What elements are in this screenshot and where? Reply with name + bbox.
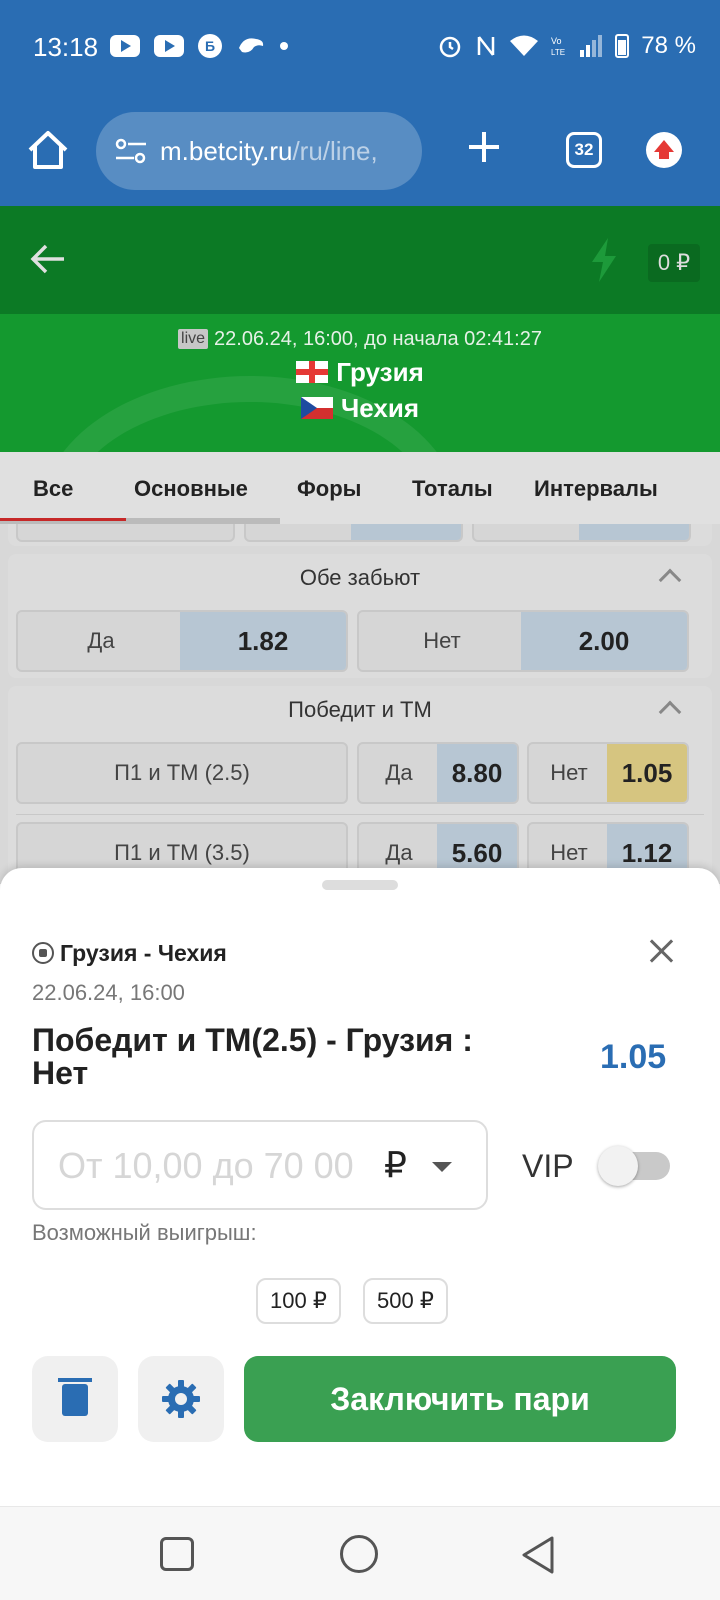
site-settings-icon[interactable]	[114, 136, 148, 166]
odd-button[interactable]	[244, 524, 463, 542]
status-bar: 13:18 Б Vo LTE 78 %	[0, 0, 720, 96]
balance-button[interactable]: 0 ₽	[648, 244, 700, 282]
chevron-up-icon[interactable]	[658, 568, 682, 592]
volte-icon: Vo LTE	[551, 36, 565, 57]
odd-both-score-yes[interactable]: Да 1.82	[16, 610, 348, 672]
odd-row1-no-selected[interactable]: Нет 1.05	[527, 742, 689, 804]
nav-back-icon[interactable]	[520, 1535, 556, 1575]
home-icon[interactable]	[26, 128, 70, 172]
wifi-icon	[510, 35, 539, 56]
market-tabs: Все Основные Форы Тоталы Интервалы	[0, 452, 720, 524]
team-2-name: Чехия	[341, 393, 419, 423]
stake-field[interactable]: ₽	[32, 1120, 488, 1210]
tab-switcher-button[interactable]: 32	[566, 132, 602, 168]
team-1: Грузия	[0, 357, 720, 387]
status-time: 13:18	[33, 32, 99, 62]
settings-button[interactable]	[138, 1356, 224, 1442]
czech-flag-icon	[301, 397, 333, 419]
back-arrow-icon[interactable]	[30, 242, 66, 276]
stake-input[interactable]	[58, 1140, 368, 1192]
match-datetime-line: live 22.06.24, 16:00, до начала 02:41:27	[0, 328, 720, 351]
quick-amount-500[interactable]: 500 ₽	[363, 1278, 448, 1324]
sheet-drag-handle[interactable]	[322, 880, 398, 890]
place-bet-button[interactable]: Заключить пари	[244, 1356, 676, 1442]
recents-icon[interactable]	[160, 1537, 194, 1571]
b-icon: Б	[198, 34, 222, 58]
odd-row1-yes[interactable]: Да 8.80	[357, 742, 519, 804]
tab-all[interactable]: Все	[33, 476, 73, 502]
tab-totals[interactable]: Тоталы	[412, 476, 493, 502]
alarm-icon	[440, 36, 461, 58]
odd-button[interactable]	[472, 524, 691, 542]
soccer-ball-icon	[32, 942, 54, 964]
trash-icon	[58, 1378, 92, 1416]
betslip-event: Грузия - Чехия	[32, 940, 227, 967]
url-host: m.betcity.ru	[160, 136, 293, 166]
quick-amount-100[interactable]: 100 ₽	[256, 1278, 341, 1324]
chevron-down-icon[interactable]	[432, 1162, 452, 1172]
market-both-score: Обе забьют Да 1.82 Нет 2.00	[8, 554, 712, 678]
system-nav-bar	[0, 1506, 720, 1600]
youtube-icon	[110, 35, 140, 57]
match-info: live 22.06.24, 16:00, до начала 02:41:27 …	[0, 314, 720, 452]
site-header: 0 ₽	[0, 206, 720, 314]
market-win-total: Победит и ТМ П1 и ТМ (2.5) Да 8.80 Нет 1…	[8, 686, 712, 884]
battery-percent: 78 %	[641, 32, 696, 59]
signal-icon	[580, 35, 603, 57]
browser-toolbar: m.betcity.ru/ru/line, 32	[0, 96, 720, 206]
team-1-name: Грузия	[336, 357, 424, 387]
currency-symbol: ₽	[384, 1144, 407, 1185]
plus-icon	[469, 132, 499, 162]
market-title[interactable]: Обе забьют	[8, 554, 712, 602]
chevron-up-icon[interactable]	[658, 700, 682, 724]
georgia-flag-icon	[296, 361, 329, 383]
match-datetime: 22.06.24, 16:00, до начала 02:41:27	[214, 328, 542, 350]
svg-text:Vo: Vo	[551, 36, 562, 46]
bet-name: Победит и ТМ(2.5) - Грузия : Нет	[32, 1022, 473, 1091]
battery-icon	[615, 34, 630, 58]
youtube-icon	[154, 35, 184, 57]
new-tab-button[interactable]	[466, 126, 502, 170]
odd-both-score-no[interactable]: Нет 2.00	[357, 610, 689, 672]
bet-odd: 1.05	[600, 1038, 667, 1076]
bird-icon	[239, 38, 264, 53]
home-circle-icon[interactable]	[340, 1535, 378, 1573]
gear-icon	[162, 1380, 200, 1418]
dot-icon	[280, 42, 288, 50]
betslip-date: 22.06.24, 16:00	[32, 980, 185, 1005]
market-card-partial	[8, 524, 712, 546]
tab-handicaps[interactable]: Форы	[297, 476, 361, 502]
markets-list: Обе забьют Да 1.82 Нет 2.00 Победит и ТМ…	[0, 524, 720, 884]
bolt-icon[interactable]	[590, 238, 618, 282]
url-path: /ru/line,	[292, 136, 378, 166]
nfc-icon	[478, 36, 495, 56]
delete-button[interactable]	[32, 1356, 118, 1442]
update-icon[interactable]	[646, 132, 682, 168]
live-badge: live	[178, 329, 209, 349]
tab-intervals[interactable]: Интервалы	[534, 476, 658, 502]
close-icon[interactable]	[646, 936, 676, 966]
market-row-name: П1 и ТМ (2.5)	[16, 742, 348, 804]
svg-text:LTE: LTE	[551, 48, 565, 57]
tab-main[interactable]: Основные	[134, 476, 248, 502]
odd-button[interactable]	[16, 524, 235, 542]
vip-toggle[interactable]	[598, 1146, 670, 1186]
vip-label: VIP	[522, 1148, 574, 1184]
url-bar[interactable]: m.betcity.ru/ru/line,	[96, 112, 422, 190]
market-title[interactable]: Победит и ТМ	[8, 686, 712, 734]
team-2: Чехия	[0, 393, 720, 423]
possible-win-label: Возможный выигрыш:	[32, 1220, 257, 1245]
betslip-sheet: Грузия - Чехия 22.06.24, 16:00 Победит и…	[0, 868, 720, 1506]
